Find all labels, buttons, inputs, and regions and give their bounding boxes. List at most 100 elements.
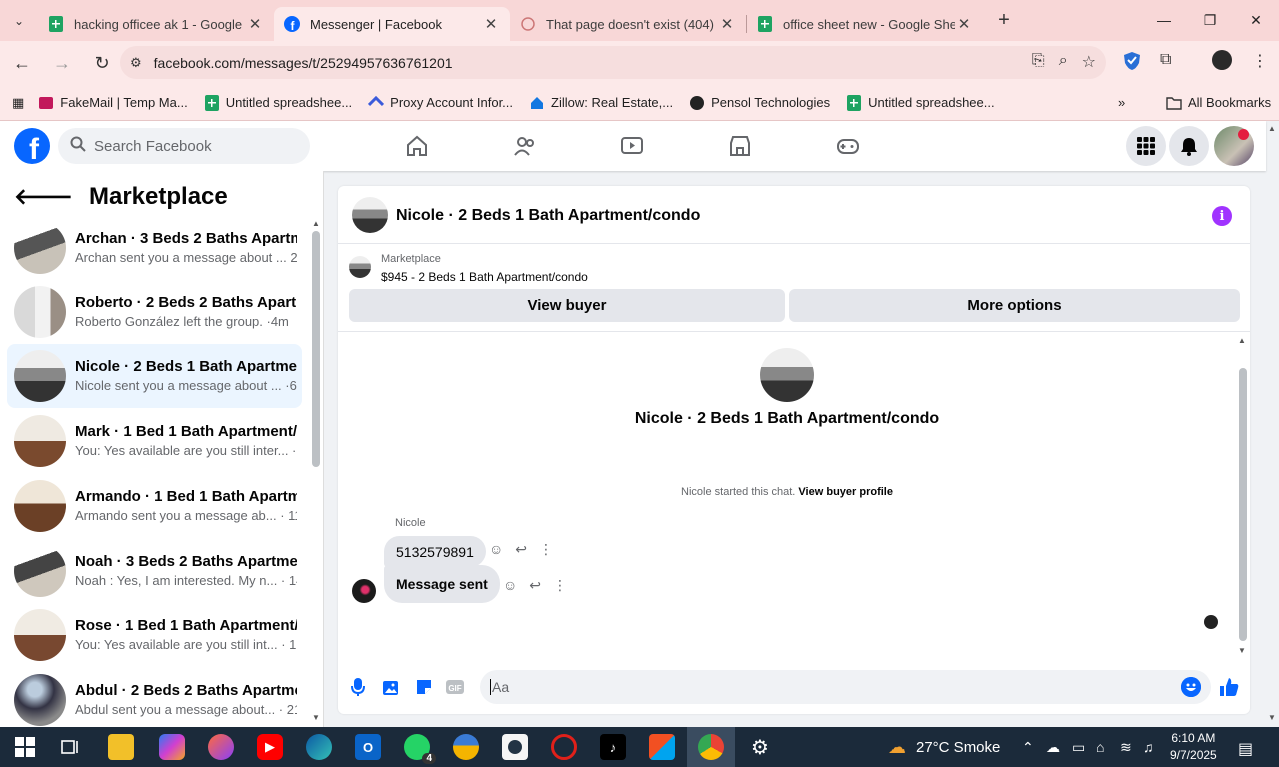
- edge-icon[interactable]: [306, 734, 332, 760]
- conversation-item[interactable]: Rose · 1 Bed 1 Bath Apartment/c... You: …: [7, 603, 302, 667]
- opera-icon[interactable]: [551, 734, 577, 760]
- install-app-icon[interactable]: ⎘: [1032, 52, 1045, 72]
- omnibox[interactable]: ⚙ facebook.com/messages/t/25294957636761…: [120, 46, 1106, 79]
- outlook-icon[interactable]: O: [355, 734, 381, 760]
- listing-price[interactable]: $945 - 2 Beds 1 Bath Apartment/condo: [381, 270, 588, 284]
- conversation-item[interactable]: Archan · 3 Beds 2 Baths Apartm... Archan…: [7, 216, 302, 280]
- forward-arrow-icon[interactable]: →: [44, 45, 80, 81]
- chrome-icon[interactable]: [698, 734, 724, 760]
- microphone-icon[interactable]: [347, 676, 369, 698]
- close-tab-icon[interactable]: ✕: [482, 15, 500, 33]
- more-actions-icon[interactable]: ⋮: [539, 541, 553, 558]
- home-icon[interactable]: [405, 134, 429, 158]
- thumbs-up-icon[interactable]: [1218, 676, 1240, 698]
- medal-app-icon[interactable]: [453, 734, 479, 760]
- bookmark-item[interactable]: Proxy Account Infor...: [368, 95, 513, 111]
- url-text[interactable]: facebook.com/messages/t/2529495763676120…: [154, 55, 453, 71]
- chrome-profile-avatar[interactable]: [1212, 50, 1232, 70]
- conversation-item[interactable]: Abdul · 2 Beds 2 Baths Apartme... Abdul …: [7, 668, 302, 727]
- react-emoji-icon[interactable]: ☺: [503, 577, 517, 594]
- sticker-icon[interactable]: [413, 676, 435, 698]
- marketplace-icon[interactable]: [728, 134, 752, 158]
- view-buyer-profile-link[interactable]: View buyer profile: [798, 486, 893, 498]
- bookmark-item[interactable]: Untitled spreadshee...: [846, 94, 995, 111]
- notifications-bell-icon[interactable]: [1169, 126, 1209, 166]
- scroll-up-arrow[interactable]: ▲: [1238, 336, 1246, 345]
- facebook-logo-icon[interactable]: f: [14, 128, 50, 164]
- reply-icon[interactable]: ↩: [529, 577, 541, 594]
- view-buyer-button[interactable]: View buyer: [349, 289, 785, 322]
- onedrive-icon[interactable]: ☁: [1046, 739, 1060, 756]
- back-arrow-icon[interactable]: ←: [4, 45, 40, 81]
- reload-icon[interactable]: ↻: [84, 45, 120, 81]
- chat-title[interactable]: Nicole · 2 Beds 1 Bath Apartment/condo: [396, 207, 700, 225]
- weather-text[interactable]: 27°C Smoke: [916, 739, 1000, 756]
- minimize-icon[interactable]: —: [1141, 0, 1187, 40]
- conversation-item[interactable]: Roberto · 2 Beds 2 Baths Apart... Robert…: [7, 280, 302, 344]
- extensions-puzzle-icon[interactable]: ⧉: [1160, 51, 1171, 69]
- show-hidden-icons-icon[interactable]: ⌃: [1022, 739, 1034, 756]
- chat-scrollbar[interactable]: [1239, 368, 1247, 641]
- whatsapp-icon[interactable]: 4: [404, 734, 436, 764]
- friends-icon[interactable]: [513, 134, 537, 158]
- browser-tab[interactable]: office sheet new - Google Shee ✕: [747, 7, 983, 41]
- notification-center-icon[interactable]: ▤: [1238, 739, 1253, 759]
- browser-app-icon[interactable]: [208, 734, 234, 760]
- bookmark-item[interactable]: Untitled spreadshee...: [204, 94, 352, 111]
- listing-thumbnail[interactable]: [349, 256, 371, 278]
- file-explorer-icon[interactable]: [108, 734, 134, 760]
- scroll-up-arrow[interactable]: ▲: [312, 219, 320, 228]
- chat-avatar[interactable]: [352, 197, 388, 233]
- shield-extension-icon[interactable]: [1123, 51, 1141, 76]
- react-emoji-icon[interactable]: ☺: [489, 541, 503, 558]
- search-input[interactable]: Search Facebook: [58, 128, 310, 164]
- browser-tab-active[interactable]: f Messenger | Facebook ✕: [274, 7, 510, 41]
- weather-icon[interactable]: ☁: [888, 737, 906, 758]
- info-icon[interactable]: i: [1212, 206, 1232, 226]
- close-tab-icon[interactable]: ✕: [246, 15, 264, 33]
- gif-icon[interactable]: GIF: [444, 676, 466, 698]
- close-tab-icon[interactable]: ✕: [718, 15, 736, 33]
- message-input[interactable]: Aa: [480, 670, 1211, 704]
- app-icon[interactable]: [502, 734, 528, 760]
- browser-tab[interactable]: That page doesn't exist (404) - I ✕: [510, 7, 746, 41]
- more-actions-icon[interactable]: ⋮: [553, 577, 567, 594]
- windows-start-icon[interactable]: [12, 734, 38, 760]
- store-icon[interactable]: [649, 734, 675, 760]
- scroll-down-arrow[interactable]: ▼: [312, 713, 320, 722]
- conversation-item-active[interactable]: Nicole · 2 Beds 1 Bath Apartmen... Nicol…: [7, 344, 302, 408]
- page-scroll-down-arrow[interactable]: ▼: [1268, 713, 1276, 722]
- restore-icon[interactable]: ❐: [1187, 0, 1233, 40]
- all-bookmarks-button[interactable]: All Bookmarks: [1166, 95, 1271, 111]
- gaming-icon[interactable]: [836, 134, 860, 158]
- close-window-icon[interactable]: ✕: [1233, 0, 1279, 40]
- browser-tab[interactable]: hacking officee ak 1 - Google S ✕: [38, 7, 274, 41]
- back-arrow-icon[interactable]: 🡐: [14, 184, 73, 210]
- menu-grid-icon[interactable]: [1126, 126, 1166, 166]
- new-tab-button[interactable]: +: [989, 9, 1019, 32]
- more-bookmarks-icon[interactable]: »: [1118, 95, 1125, 110]
- message-bubble[interactable]: 5132579891: [384, 536, 486, 567]
- site-info-icon[interactable]: ⚙: [130, 55, 142, 71]
- sidebar-scrollbar[interactable]: [312, 231, 320, 467]
- bookmark-item[interactable]: Pensol Technologies: [689, 95, 830, 111]
- battery-icon[interactable]: ▭: [1072, 739, 1085, 756]
- apps-grid-icon[interactable]: ▦: [12, 95, 24, 111]
- conversation-item[interactable]: Mark · 1 Bed 1 Bath Apartment/... You: Y…: [7, 409, 302, 473]
- volume-icon[interactable]: ♫: [1143, 739, 1154, 755]
- chrome-menu-icon[interactable]: ⋮: [1252, 51, 1268, 71]
- more-options-button[interactable]: More options: [789, 289, 1240, 322]
- copilot-icon[interactable]: [159, 734, 185, 760]
- network-icon[interactable]: ⌂: [1096, 739, 1104, 755]
- bookmark-item[interactable]: Zillow: Real Estate,...: [529, 95, 673, 111]
- conversation-item[interactable]: Noah · 3 Beds 2 Baths Apartme... Noah : …: [7, 539, 302, 603]
- tiktok-icon[interactable]: ♪: [600, 734, 626, 760]
- task-view-icon[interactable]: [58, 734, 84, 760]
- zoom-icon[interactable]: ⌕: [1059, 52, 1068, 72]
- settings-gear-icon[interactable]: ⚙: [747, 734, 773, 760]
- wifi-icon[interactable]: ≋: [1120, 739, 1132, 756]
- page-scroll-up-arrow[interactable]: ▲: [1268, 124, 1276, 133]
- conversation-item[interactable]: Armando · 1 Bed 1 Bath Apartm... Armando…: [7, 474, 302, 538]
- photo-icon[interactable]: [380, 676, 402, 698]
- video-icon[interactable]: [620, 134, 644, 158]
